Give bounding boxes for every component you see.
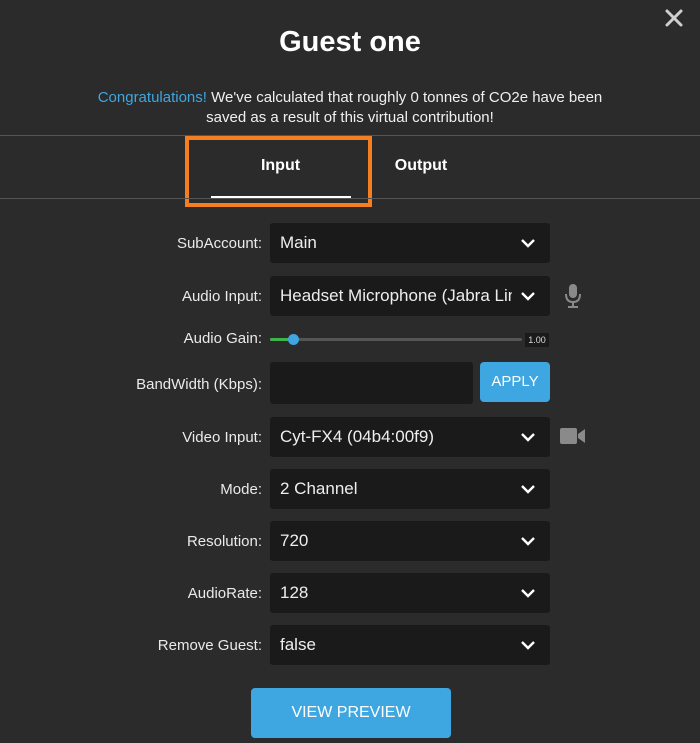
divider-tabs [0,198,700,199]
tab-output[interactable]: Output [356,136,486,198]
dialog-title: Guest one [279,26,421,58]
audio-input-label: Audio Input: [181,288,262,305]
close-button[interactable] [664,8,684,28]
microphone-icon[interactable] [564,283,582,309]
mode-label: Mode: [220,481,262,498]
audio-rate-select[interactable]: 128 [270,573,550,613]
subaccount-label: SubAccount: [176,235,262,252]
tab-input[interactable]: Input [188,136,373,198]
chevron-down-icon [521,292,535,301]
audio-input-select[interactable]: Headset Microphone (Jabra Link 380) [270,276,550,316]
audio-gain-label: Audio Gain: [183,330,262,347]
resolution-value: 720 [280,531,309,550]
chevron-down-icon [521,485,535,494]
view-preview-button[interactable]: VIEW PREVIEW [251,688,451,738]
chevron-down-icon [521,433,535,442]
congratulations-message: Congratulations! We've calculated that r… [95,88,605,128]
video-input-select[interactable]: Cyt-FX4 (04b4:00f9) [270,417,550,457]
audio-rate-value: 128 [280,583,309,602]
congratulations-text: We've calculated that roughly 0 tonnes o… [206,89,603,126]
resolution-label: Resolution: [186,533,262,550]
bandwidth-label: BandWidth (Kbps): [136,376,262,393]
apply-button[interactable]: APPLY [480,362,550,402]
chevron-down-icon [521,537,535,546]
resolution-select[interactable]: 720 [270,521,550,561]
audio-gain-slider[interactable] [270,334,522,345]
video-input-value: Cyt-FX4 (04b4:00f9) [280,427,435,446]
audio-gain-thumb[interactable] [288,334,299,345]
tab-bar: Input Output [0,136,700,198]
video-input-label: Video Input: [182,429,262,446]
subaccount-value: Main [280,233,317,252]
audio-input-value: Headset Microphone (Jabra Link 380) [280,286,512,305]
chevron-down-icon [521,239,535,248]
audio-rate-label: AudioRate: [187,585,262,602]
chevron-down-icon [521,589,535,598]
remove-guest-value: false [280,635,316,654]
video-camera-icon[interactable] [560,426,586,446]
audio-gain-value: 1.00 [525,333,549,347]
close-icon [665,9,683,27]
bandwidth-input[interactable] [270,362,473,404]
mode-select[interactable]: 2 Channel [270,469,550,509]
mode-value: 2 Channel [280,479,358,498]
congratulations-accent: Congratulations! [97,89,207,106]
subaccount-select[interactable]: Main [270,223,550,263]
chevron-down-icon [521,641,535,650]
remove-guest-label: Remove Guest: [157,637,262,654]
remove-guest-select[interactable]: false [270,625,550,665]
guest-settings-dialog: Guest one Congratulations! We've calcula… [0,0,700,743]
